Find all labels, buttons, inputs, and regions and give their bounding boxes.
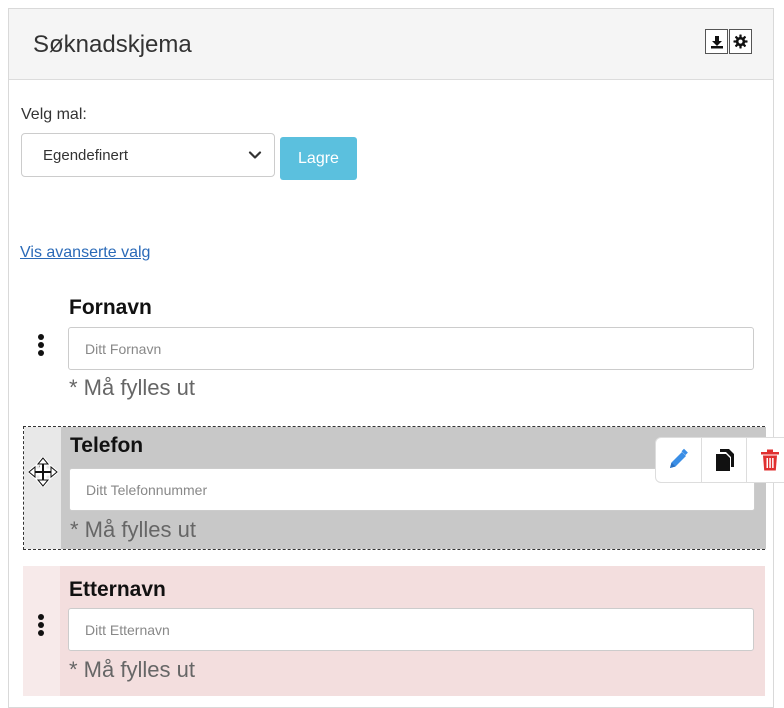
vertical-dots-icon bbox=[38, 614, 44, 638]
field-action-toolbar bbox=[655, 437, 784, 483]
delete-field-button[interactable] bbox=[746, 438, 784, 482]
field-content: Etternavn Ditt Etternavn * Må fylles ut bbox=[60, 566, 765, 696]
field-input-etternavn[interactable]: Ditt Etternavn bbox=[68, 608, 754, 651]
template-select[interactable]: Egendefinert bbox=[21, 133, 275, 177]
drag-handle[interactable] bbox=[23, 292, 60, 412]
panel-header: Søknadskjema bbox=[9, 9, 773, 80]
download-icon bbox=[710, 35, 723, 48]
save-button[interactable]: Lagre bbox=[280, 137, 357, 180]
copy-icon bbox=[716, 449, 734, 471]
page-title: Søknadskjema bbox=[33, 31, 192, 58]
edit-field-button[interactable] bbox=[656, 438, 701, 482]
form-field-telefon[interactable]: Telefon Ditt Telefonnummer * Må fylles u… bbox=[23, 426, 784, 550]
form-field-fornavn[interactable]: Fornavn Ditt Fornavn * Må fylles ut bbox=[23, 292, 765, 412]
advanced-options-link[interactable]: Vis avanserte valg bbox=[20, 244, 150, 262]
trash-icon bbox=[760, 449, 779, 471]
pencil-icon bbox=[670, 448, 689, 468]
field-label: Etternavn bbox=[69, 578, 166, 601]
template-label: Velg mal: bbox=[21, 106, 87, 123]
field-content: Telefon Ditt Telefonnummer * Må fylles u… bbox=[61, 427, 784, 549]
drag-handle[interactable] bbox=[23, 566, 60, 696]
field-input-fornavn[interactable]: Ditt Fornavn bbox=[68, 327, 754, 370]
required-note: * Må fylles ut bbox=[69, 657, 195, 682]
form-field-etternavn[interactable]: Etternavn Ditt Etternavn * Må fylles ut bbox=[23, 566, 765, 696]
vertical-dots-icon bbox=[38, 334, 44, 358]
field-input-telefon[interactable]: Ditt Telefonnummer bbox=[69, 468, 755, 511]
input-placeholder: Ditt Fornavn bbox=[85, 340, 162, 357]
template-selected-value: Egendefinert bbox=[43, 146, 129, 164]
move-cursor-icon bbox=[28, 457, 58, 487]
copy-field-button[interactable] bbox=[700, 438, 747, 482]
settings-button[interactable] bbox=[729, 29, 752, 54]
required-note: * Må fylles ut bbox=[70, 517, 196, 542]
chevron-down-icon bbox=[248, 151, 262, 159]
field-label: Telefon bbox=[70, 434, 144, 457]
download-button[interactable] bbox=[705, 29, 728, 54]
input-placeholder: Ditt Telefonnummer bbox=[86, 481, 208, 498]
input-placeholder: Ditt Etternavn bbox=[85, 621, 170, 638]
field-label: Fornavn bbox=[69, 296, 152, 319]
drag-handle[interactable] bbox=[24, 427, 61, 549]
header-buttons bbox=[705, 29, 752, 54]
gear-icon bbox=[733, 34, 748, 49]
required-note: * Må fylles ut bbox=[69, 375, 195, 400]
field-content: Fornavn Ditt Fornavn * Må fylles ut bbox=[60, 292, 765, 412]
